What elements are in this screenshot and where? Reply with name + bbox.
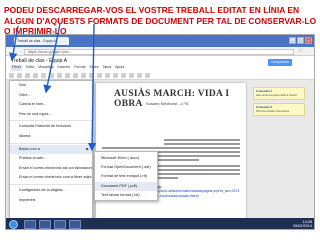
font-icon[interactable] [49, 73, 54, 78]
bookmark-star-icon[interactable]: ☆ [298, 48, 303, 55]
file-menu-print[interactable]: Imprimeix [10, 196, 92, 206]
file-menu-download-as[interactable]: Baixa com a ▶ [10, 144, 92, 155]
undo-icon[interactable] [17, 73, 22, 78]
document-title[interactable]: Treball de clas - Equip A [11, 58, 67, 64]
download-submenu: Microsoft Word (.docx) Format OpenDocume… [94, 151, 158, 201]
url-field[interactable]: https://docs.google.com/... [24, 48, 294, 55]
download-docx[interactable]: Microsoft Word (.docx) [95, 154, 157, 163]
link-icon[interactable] [97, 73, 102, 78]
file-menu-page-setup[interactable]: Configuració de la pàgina... [10, 186, 92, 196]
page-title: AUSIÀS MARCH: VIDA I OBRA [114, 89, 230, 109]
clock-date: 26/02/2014 [292, 224, 312, 229]
menu-table[interactable]: Taula [103, 65, 112, 71]
menu-divider [10, 142, 92, 144]
download-pdf[interactable]: Document PDF (.pdf) [95, 181, 157, 191]
indent-icon[interactable] [145, 73, 150, 78]
file-menu-language[interactable]: Idioma [10, 132, 92, 142]
comment-card[interactable]: Comentari 2 S'ha de revisar l'estructura… [253, 103, 305, 117]
start-button-icon[interactable] [9, 220, 18, 229]
size-icon[interactable] [57, 73, 62, 78]
print-label: Imprimeix [19, 197, 36, 202]
comment-text: S'ha de revisar l'estructura. [256, 108, 290, 113]
share-button[interactable]: Comparteix [268, 59, 292, 66]
zoom-icon[interactable] [33, 73, 38, 78]
download-as-label: Baixa com a [19, 146, 40, 151]
windows-taskbar: 14:28 26/02/2014 [6, 218, 314, 230]
print-icon[interactable] [9, 73, 14, 78]
download-odt[interactable]: Format OpenDocument (.odt) [95, 163, 157, 172]
style-icon[interactable] [41, 73, 46, 78]
page-author: Susann Medhurst - 2.ºA [146, 101, 189, 106]
file-menu-email-attachment[interactable]: Envia el correu electrònic com a fitxer … [10, 173, 92, 183]
browser-titlebar: Treball de clas - Equip A – □ × [6, 35, 314, 47]
italic-icon[interactable] [73, 73, 78, 78]
format-toolbar [9, 73, 309, 79]
comment-icon[interactable] [105, 73, 110, 78]
text-color-icon[interactable] [89, 73, 94, 78]
menu-bar: Fitxer Edita Visualitza Insereix Format … [11, 65, 201, 71]
menu-divider [10, 183, 92, 185]
file-menu-new[interactable]: Nou [10, 81, 92, 91]
maximize-icon[interactable]: □ [297, 37, 304, 44]
browser-tab[interactable]: Treball de clas - Equip A [14, 37, 69, 45]
menu-file[interactable]: Fitxer [11, 65, 22, 71]
redo-icon[interactable] [25, 73, 30, 78]
menu-divider [10, 120, 92, 122]
list-icon[interactable] [137, 73, 142, 78]
download-txt[interactable]: Text sense format (.txt) [95, 191, 157, 200]
screenshot-frame: Treball de clas - Equip A – □ × https://… [5, 34, 315, 230]
docs-header: Treball de clas - Equip A Fitxer Edita V… [6, 56, 314, 80]
comment-text: Heu omès la pista mòbil a l'escrit. [256, 92, 298, 97]
taskbar-app-icon[interactable] [39, 220, 51, 229]
align-center-icon[interactable] [121, 73, 126, 78]
align-right-icon[interactable] [129, 73, 134, 78]
file-menu-make-copy[interactable]: Fes-ne una còpia... [10, 110, 92, 120]
taskbar-app-icon[interactable] [69, 220, 81, 229]
file-menu-open[interactable]: Obre... [10, 91, 92, 101]
chevron-right-icon: ▶ [86, 146, 89, 151]
menu-tools[interactable]: Eines [90, 65, 99, 71]
menu-view[interactable]: Visualitza [38, 65, 53, 71]
menu-edit[interactable]: Edita [26, 65, 34, 71]
comments-panel: Comentari 1 Heu omès la pista mòbil a l'… [253, 87, 305, 119]
underline-icon[interactable] [81, 73, 86, 78]
bold-icon[interactable] [65, 73, 70, 78]
file-menu: Nou Obre... Canvia el nom... Fes-ne una … [9, 80, 93, 226]
align-left-icon[interactable] [113, 73, 118, 78]
file-menu-publish[interactable]: Publica al web... [10, 154, 92, 164]
minimize-icon[interactable]: – [289, 37, 296, 44]
address-bar: https://docs.google.com/... ☆ [6, 47, 314, 56]
download-rtf[interactable]: Format de text enriquit (.rtf) [95, 172, 157, 181]
system-clock[interactable]: 14:28 26/02/2014 [293, 220, 312, 230]
taskbar-app-icon[interactable] [54, 220, 66, 229]
slide-headline: PODEU DESCARREGAR-VOS EL VOSTRE TREBALL … [4, 5, 317, 36]
file-menu-revision-history[interactable]: Consulta l'historial de revisions [10, 122, 92, 132]
file-menu-email-collaborators[interactable]: Envia el correu electrònic als col·labor… [10, 164, 92, 174]
menu-help[interactable]: Ajuda [115, 65, 124, 71]
comment-card[interactable]: Comentari 1 Heu omès la pista mòbil a l'… [253, 87, 305, 101]
close-icon[interactable]: × [305, 37, 312, 44]
taskbar-app-icon[interactable] [24, 220, 36, 229]
file-menu-rename[interactable]: Canvia el nom... [10, 100, 92, 110]
menu-insert[interactable]: Insereix [58, 65, 71, 71]
menu-format[interactable]: Format [74, 65, 85, 71]
